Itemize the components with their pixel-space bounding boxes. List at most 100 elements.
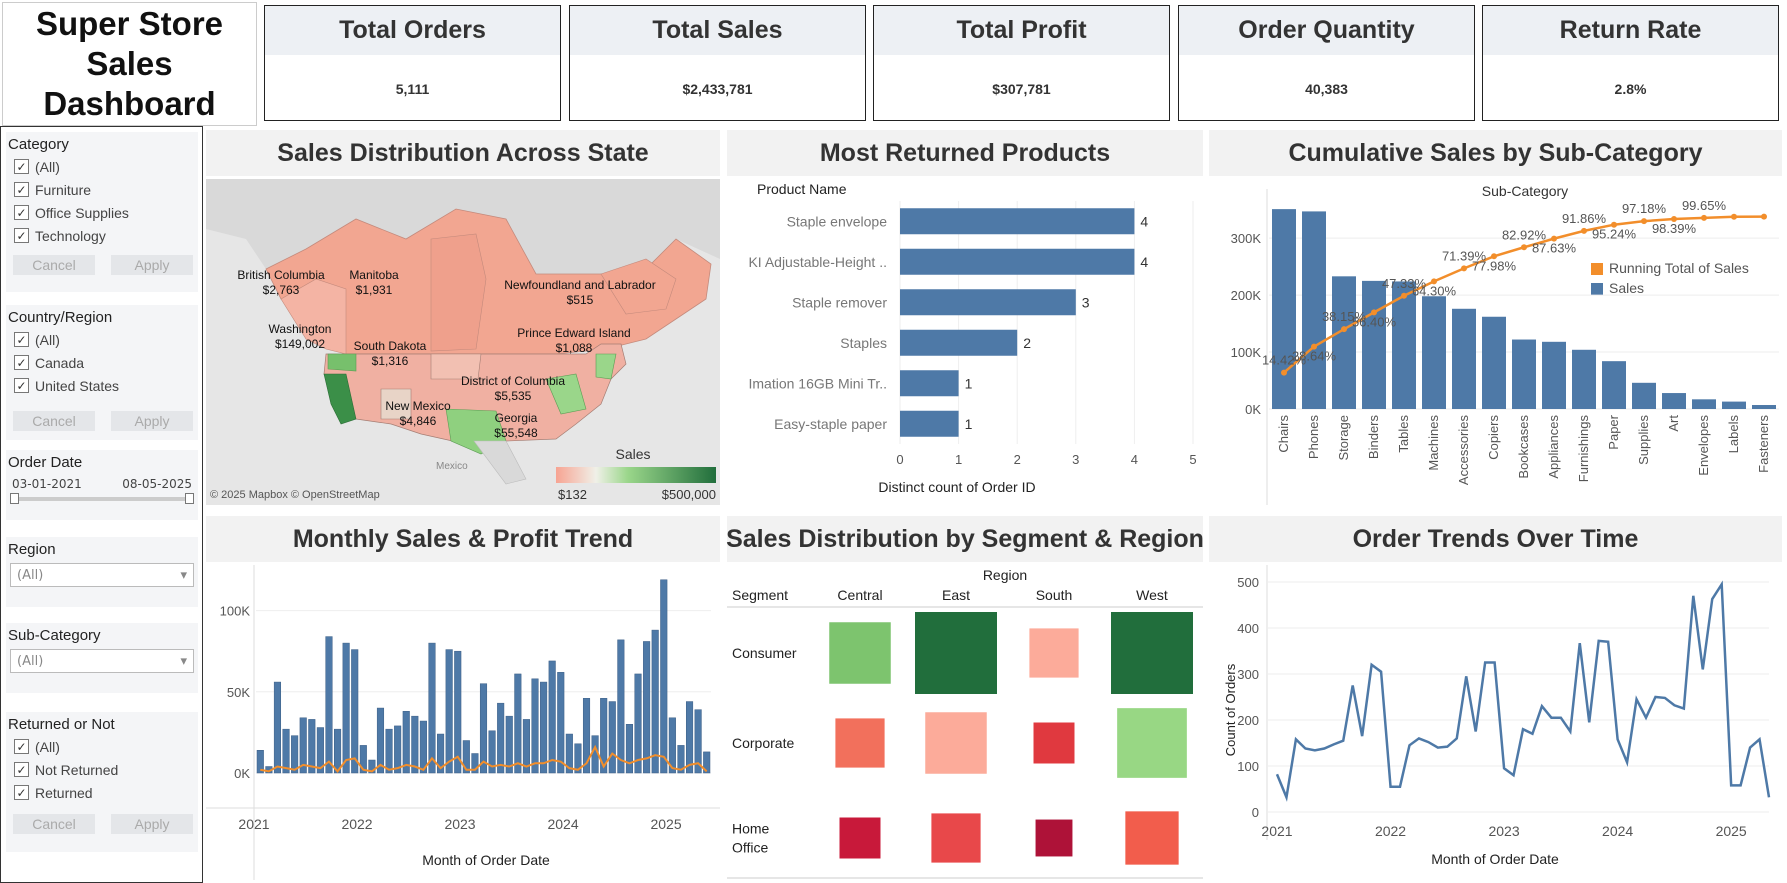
- x-tick-label: Labels: [1726, 415, 1741, 454]
- category-option-technology[interactable]: ✓ Technology: [6, 224, 198, 247]
- orders-line: [1275, 580, 1771, 802]
- bar: [1362, 280, 1386, 409]
- kpi-return-rate: Return Rate 2.8%: [1482, 5, 1779, 121]
- x-axis-label: Distinct count of Order ID: [878, 479, 1035, 495]
- label-district-of-columbia-value: $5,535: [495, 389, 532, 403]
- label-georgia-value: $55,548: [494, 426, 538, 440]
- returned-option-returned[interactable]: ✓ Returned: [6, 781, 198, 804]
- x-tick-label: Paper: [1606, 414, 1621, 449]
- x-tick-label: 2025: [1716, 823, 1747, 839]
- category-option-office-supplies[interactable]: ✓ Office Supplies: [6, 201, 198, 224]
- checkbox-checked-icon[interactable]: ✓: [14, 228, 29, 243]
- sales-bar: [608, 701, 616, 774]
- x-tick-label: 5: [1189, 452, 1196, 467]
- slider-end-handle[interactable]: [185, 493, 194, 504]
- sales-bar: [557, 672, 565, 774]
- running-total-point: [1581, 227, 1587, 234]
- returned-products-chart: Product Name Distinct count of Order ID …: [748, 181, 1196, 495]
- sales-bar: [625, 724, 633, 774]
- sales-bar: [660, 579, 668, 774]
- kpi-label: Total Orders: [265, 6, 560, 55]
- x-tick-label: 2024: [1602, 823, 1633, 839]
- checkbox-checked-icon[interactable]: ✓: [14, 205, 29, 220]
- bar: [900, 248, 1135, 275]
- bar-value-label: 4: [1140, 213, 1148, 229]
- product-label: Staple remover: [792, 294, 887, 310]
- heat-cell: [915, 612, 997, 694]
- cancel-button[interactable]: Cancel: [13, 255, 95, 275]
- country-option-all[interactable]: ✓ (All): [6, 328, 198, 351]
- map-legend-gradient: [556, 467, 716, 483]
- subcategory-header: Sub-Category: [1482, 183, 1568, 199]
- heat-cell: [839, 817, 881, 859]
- washington-region[interactable]: [327, 353, 357, 372]
- apply-button[interactable]: Apply: [111, 411, 193, 431]
- subcategory-filter: Sub-Category (All) ▾: [6, 623, 198, 693]
- label-newfoundland: Newfoundland and Labrador: [504, 278, 655, 292]
- apply-button[interactable]: Apply: [111, 814, 193, 834]
- checkbox-checked-icon[interactable]: ✓: [14, 159, 29, 174]
- map-legend-min: $132: [558, 487, 587, 502]
- manitoba-region[interactable]: [430, 233, 487, 352]
- region-dropdown[interactable]: (All) ▾: [10, 563, 194, 587]
- x-tick-label: Art: [1666, 415, 1681, 432]
- returned-filter: Returned or Not ✓ (All) ✓ Not Returned ✓ Re…: [6, 712, 198, 852]
- legend-running-total: Running Total of Sales: [1609, 260, 1749, 276]
- panel-title: Monthly Sales & Profit Trend: [206, 516, 720, 562]
- sales-map[interactable]: British Columbia $2,763 Manitoba $1,931 …: [206, 179, 720, 505]
- bar: [1542, 341, 1566, 409]
- bar: [1272, 209, 1296, 409]
- dashboard-title-box: Super Store Sales Dashboard: [2, 2, 257, 126]
- returned-option-not-returned[interactable]: ✓ Not Returned: [6, 758, 198, 781]
- bar: [1422, 296, 1446, 409]
- label-new-mexico-value: $4,846: [400, 414, 437, 428]
- sales-bar: [497, 702, 505, 774]
- x-tick-label: 2023: [1488, 823, 1519, 839]
- kpi-total-sales: Total Sales $2,433,781: [569, 5, 866, 121]
- date-range-slider[interactable]: [10, 493, 194, 504]
- bar: [1722, 401, 1746, 409]
- returned-products-panel: Most Returned Products Product Name Dist…: [727, 130, 1203, 505]
- heat-cell: [1029, 628, 1079, 678]
- country-option-canada[interactable]: ✓ Canada: [6, 351, 198, 374]
- label-prince-edward-island: Prince Edward Island: [517, 326, 630, 340]
- bar: [900, 329, 1018, 356]
- product-label: Easy-staple paper: [774, 416, 887, 432]
- kpi-label: Order Quantity: [1179, 6, 1474, 55]
- panel-title: Sales Distribution by Segment & Region: [726, 516, 1204, 562]
- checkbox-checked-icon[interactable]: ✓: [14, 785, 29, 800]
- checkbox-checked-icon[interactable]: ✓: [14, 182, 29, 197]
- returned-option-all[interactable]: ✓ (All): [6, 735, 198, 758]
- slider-start-handle[interactable]: [10, 493, 19, 504]
- sales-bar: [351, 649, 359, 774]
- cancel-button[interactable]: Cancel: [13, 411, 95, 431]
- sales-bar: [411, 715, 419, 774]
- category-option-all[interactable]: ✓ (All): [6, 155, 198, 178]
- category-option-furniture[interactable]: ✓ Furniture: [6, 178, 198, 201]
- checkbox-checked-icon[interactable]: ✓: [14, 762, 29, 777]
- checkbox-checked-icon[interactable]: ✓: [14, 739, 29, 754]
- category-filter: Category ✓ (All) ✓ Furniture ✓ Office Suppl…: [6, 132, 198, 292]
- sales-bar: [514, 673, 522, 774]
- checkbox-checked-icon[interactable]: ✓: [14, 355, 29, 370]
- x-tick-label: Supplies: [1636, 415, 1651, 465]
- y-axis-label: Count of Orders: [1223, 663, 1238, 756]
- bar: [900, 410, 959, 437]
- x-tick-label: Appliances: [1546, 415, 1561, 479]
- country-option-united-states[interactable]: ✓ United States: [6, 374, 198, 397]
- sales-bar: [479, 683, 488, 774]
- filter-title: Sub-Category: [8, 627, 101, 644]
- subcategory-dropdown[interactable]: (All) ▾: [10, 649, 194, 673]
- x-tick-label: 2021: [1261, 823, 1292, 839]
- cancel-button[interactable]: Cancel: [13, 814, 95, 834]
- apply-button[interactable]: Apply: [111, 255, 193, 275]
- running-total-point: [1731, 213, 1737, 220]
- y-tick-label: 400: [1237, 621, 1259, 636]
- x-tick-label: 2025: [650, 816, 681, 832]
- checkbox-checked-icon[interactable]: ✓: [14, 378, 29, 393]
- checkbox-checked-icon[interactable]: ✓: [14, 332, 29, 347]
- x-tick-label: 4: [1131, 452, 1138, 467]
- cumulative-sales-chart: Sub-Category Running Total of Sales Sale…: [1231, 183, 1779, 505]
- filter-sidebar: Category ✓ (All) ✓ Furniture ✓ Office Suppl…: [0, 126, 203, 883]
- sales-bar: [505, 715, 513, 774]
